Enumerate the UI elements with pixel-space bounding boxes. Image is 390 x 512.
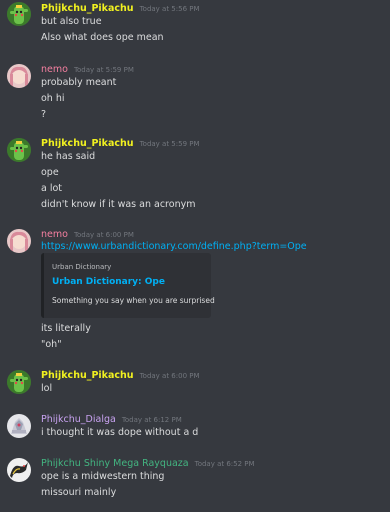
message-text: ? [41,109,47,120]
message-text: ope [41,167,59,178]
author-name[interactable]: nemo [41,229,68,240]
author-name[interactable]: Phijkchu_Pikachu [41,370,134,381]
message-text: "oh" [41,339,62,350]
rayquaza-avatar-icon[interactable] [7,458,31,482]
message-text: oh hi [41,93,65,104]
timestamp: Today at 5:59 PM [73,66,134,74]
message-header: Phijkchu_Pikachu Today at 5:59 PM [41,138,200,149]
message-link[interactable]: https://www.urbandictionary.com/define.p… [41,241,307,252]
message-header: nemo Today at 6:00 PM [41,229,134,240]
message-text: ope is a midwestern thing [41,471,165,482]
pikachu-cactus-icon[interactable] [7,138,31,162]
message-text: a lot [41,183,63,194]
message-text: missouri mainly [41,487,117,498]
message-header: Phijkchu_Pikachu Today at 6:00 PM [41,370,200,381]
timestamp: Today at 5:56 PM [139,5,200,13]
author-name[interactable]: Phijkchu_Pikachu [41,138,134,149]
timestamp: Today at 6:12 PM [121,416,182,424]
message-header: Phijkchu Shiny Mega Rayquaza Today at 6:5… [41,458,255,469]
message-header: nemo Today at 5:59 PM [41,64,134,75]
embed-title[interactable]: Urban Dictionary: Ope [52,277,165,287]
timestamp: Today at 6:00 PM [73,231,134,239]
embed-provider[interactable]: Urban Dictionary [52,263,111,271]
message-header: Phijkchu_Dialga Today at 6:12 PM [41,414,182,425]
embed-description: Something you say when you are surprised [52,296,215,305]
message-text: didn't know if it was an acronym [41,199,196,210]
pikachu-cactus-icon[interactable] [7,2,31,26]
author-name[interactable]: nemo [41,64,68,75]
message-text: probably meant [41,77,117,88]
dialga-avatar-icon[interactable] [7,414,31,438]
message-text: its literally [41,323,91,334]
author-name[interactable]: Phijkchu_Dialga [41,414,116,425]
pikachu-cactus-icon[interactable] [7,370,31,394]
pink-hair-avatar-icon[interactable] [7,229,31,253]
message-text: i thought it was dope without a d [41,427,199,438]
timestamp: Today at 6:52 PM [194,460,255,468]
message-header: Phijkchu_Pikachu Today at 5:56 PM [41,3,200,14]
author-name[interactable]: Phijkchu Shiny Mega Rayquaza [41,458,189,469]
message-text: lol [41,383,53,394]
message-text: but also true [41,16,102,27]
timestamp: Today at 6:00 PM [139,372,200,380]
message-text: Also what does ope mean [41,32,164,43]
author-name[interactable]: Phijkchu_Pikachu [41,3,134,14]
pink-hair-avatar-icon[interactable] [7,64,31,88]
message-text: he has said [41,151,96,162]
timestamp: Today at 5:59 PM [139,140,200,148]
link-embed: Urban Dictionary Urban Dictionary: Ope S… [41,253,215,318]
